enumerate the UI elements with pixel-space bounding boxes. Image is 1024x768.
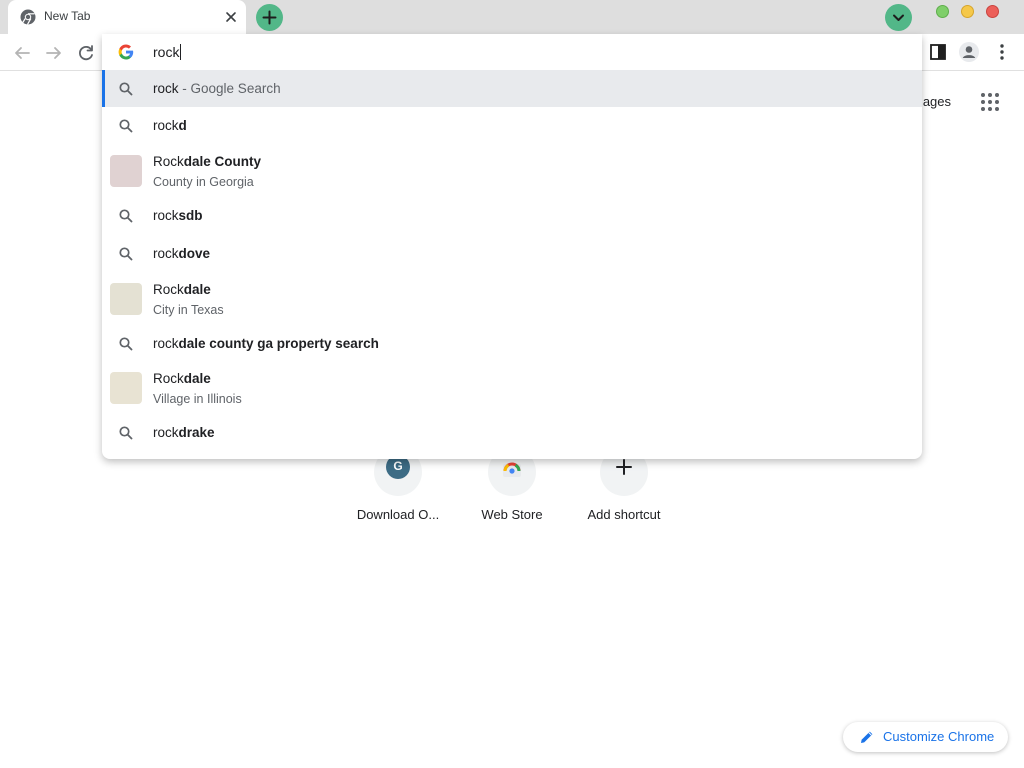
customize-chrome-button[interactable]: Customize Chrome — [843, 722, 1008, 752]
suggestion-item[interactable]: Rockdale County County in Georgia — [102, 145, 922, 197]
suggestion-text: rockdove — [153, 246, 211, 261]
suggestion-subtitle: Village in Illinois — [153, 392, 242, 406]
suggestion-item[interactable]: rockd — [102, 107, 922, 145]
suggestion-text: rockdrake — [153, 425, 215, 440]
suggestion-item[interactable]: Rockdale Village in Illinois — [102, 362, 922, 414]
side-panel-icon[interactable] — [927, 41, 949, 63]
back-arrow-icon[interactable] — [11, 42, 33, 64]
reload-icon[interactable] — [75, 42, 97, 64]
suggestion-text: rock - Google Search — [153, 81, 281, 96]
suggestion-item[interactable]: Rockdale City in Texas — [102, 273, 922, 325]
omnibox-dropdown: rock rock - Google Search rockd Rockdale… — [102, 34, 922, 459]
maximize-button[interactable] — [961, 5, 974, 18]
suggestion-text: rockdale county ga property search — [153, 336, 379, 351]
more-vert-icon[interactable] — [991, 41, 1013, 63]
shortcut-web-store[interactable]: Web Store — [456, 448, 568, 538]
shortcut-download[interactable]: G Download O... — [342, 448, 454, 538]
tab-search-button[interactable] — [885, 4, 912, 31]
omnibox-input[interactable]: rock — [102, 34, 922, 70]
forward-arrow-icon[interactable] — [43, 42, 65, 64]
suggestion-item[interactable]: rockdrake — [102, 414, 922, 452]
google-icon — [118, 44, 134, 60]
chrome-icon — [20, 9, 36, 25]
suggestion-text: Rockdale — [153, 282, 211, 297]
suggestion-text: Rockdale County — [153, 154, 262, 169]
suggestion-item[interactable]: rockdale county ga property search — [102, 325, 922, 362]
close-window-button[interactable] — [986, 5, 999, 18]
omnibox-text[interactable]: rock — [153, 44, 182, 60]
suggestion-text: rockd — [153, 118, 187, 133]
entity-thumbnail — [110, 155, 142, 187]
suggestion-subtitle: County in Georgia — [153, 175, 254, 189]
customize-chrome-label: Customize Chrome — [883, 729, 995, 744]
suggestion-text: Rockdale — [153, 371, 211, 386]
suggestion-item[interactable]: rockdove — [102, 235, 922, 273]
plus-icon — [262, 10, 277, 25]
search-icon — [118, 336, 134, 352]
pencil-icon — [859, 729, 875, 745]
apps-grid-icon[interactable] — [980, 92, 1000, 112]
search-icon — [118, 208, 134, 224]
shortcut-add[interactable]: Add shortcut — [568, 448, 680, 538]
search-icon — [118, 425, 134, 441]
close-icon[interactable] — [222, 8, 240, 26]
entity-thumbnail — [110, 283, 142, 315]
chevron-down-icon — [893, 14, 904, 21]
entity-thumbnail — [110, 372, 142, 404]
profile-icon[interactable] — [958, 41, 980, 63]
suggestion-item[interactable]: rock - Google Search — [102, 70, 922, 107]
shortcut-label: Download O... — [356, 507, 440, 522]
new-tab-button[interactable] — [256, 4, 283, 31]
shortcut-label: Web Store — [481, 507, 543, 522]
suggestion-item[interactable]: rocksdb — [102, 197, 922, 235]
tab-title: New Tab — [44, 9, 91, 23]
tab-new-tab[interactable]: New Tab — [8, 0, 246, 34]
search-icon — [118, 81, 134, 97]
shortcut-label: Add shortcut — [587, 507, 661, 522]
search-icon — [118, 118, 134, 134]
suggestion-subtitle: City in Texas — [153, 303, 224, 317]
minimize-button[interactable] — [936, 5, 949, 18]
title-bar: New Tab — [0, 0, 1024, 34]
suggestion-text: rocksdb — [153, 208, 203, 223]
search-icon — [118, 246, 134, 262]
